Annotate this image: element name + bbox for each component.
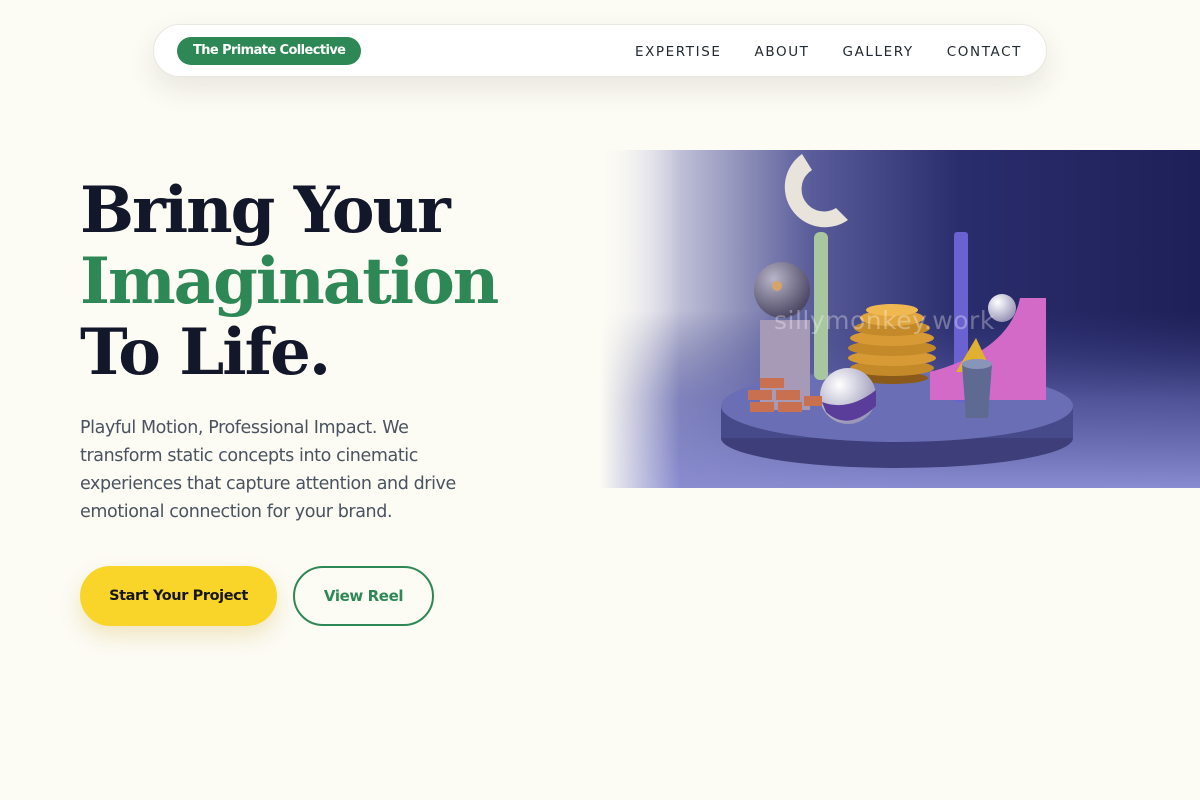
hero-headline: Bring Your Imagination To Life. — [80, 175, 600, 388]
brand-logo-button[interactable]: The Primate Collective — [177, 36, 362, 65]
green-pole — [814, 232, 828, 380]
headline-line-3: To Life. — [80, 315, 331, 390]
nav-link-about[interactable]: ABOUT — [755, 44, 810, 60]
nav-link-contact[interactable]: CONTACT — [947, 44, 1022, 60]
headline-line-1: Bring Your — [80, 173, 451, 248]
nav-item-gallery: GALLERY — [843, 41, 914, 60]
nav-link-gallery[interactable]: GALLERY — [843, 44, 914, 60]
bucket — [962, 364, 992, 418]
nav-links: EXPERTISE ABOUT GALLERY CONTACT — [635, 41, 1022, 60]
scene-illustration — [600, 150, 1200, 488]
nav-link-expertise[interactable]: EXPERTISE — [635, 44, 722, 60]
start-project-button[interactable]: Start Your Project — [80, 566, 277, 626]
hero-subtitle: Playful Motion, Professional Impact. We … — [80, 418, 456, 522]
nav-item-contact: CONTACT — [947, 41, 1022, 60]
headline-line-2-accent: Imagination — [80, 244, 499, 319]
top-navigation: The Primate Collective EXPERTISE ABOUT G… — [153, 24, 1047, 77]
glass-dome — [754, 262, 810, 318]
view-reel-button[interactable]: View Reel — [293, 566, 434, 626]
nav-item-expertise: EXPERTISE — [635, 41, 722, 60]
left-edge-fade — [600, 150, 680, 488]
nav-item-about: ABOUT — [755, 41, 810, 60]
hero-3d-scene-image: sillymonkey.work — [600, 150, 1200, 488]
